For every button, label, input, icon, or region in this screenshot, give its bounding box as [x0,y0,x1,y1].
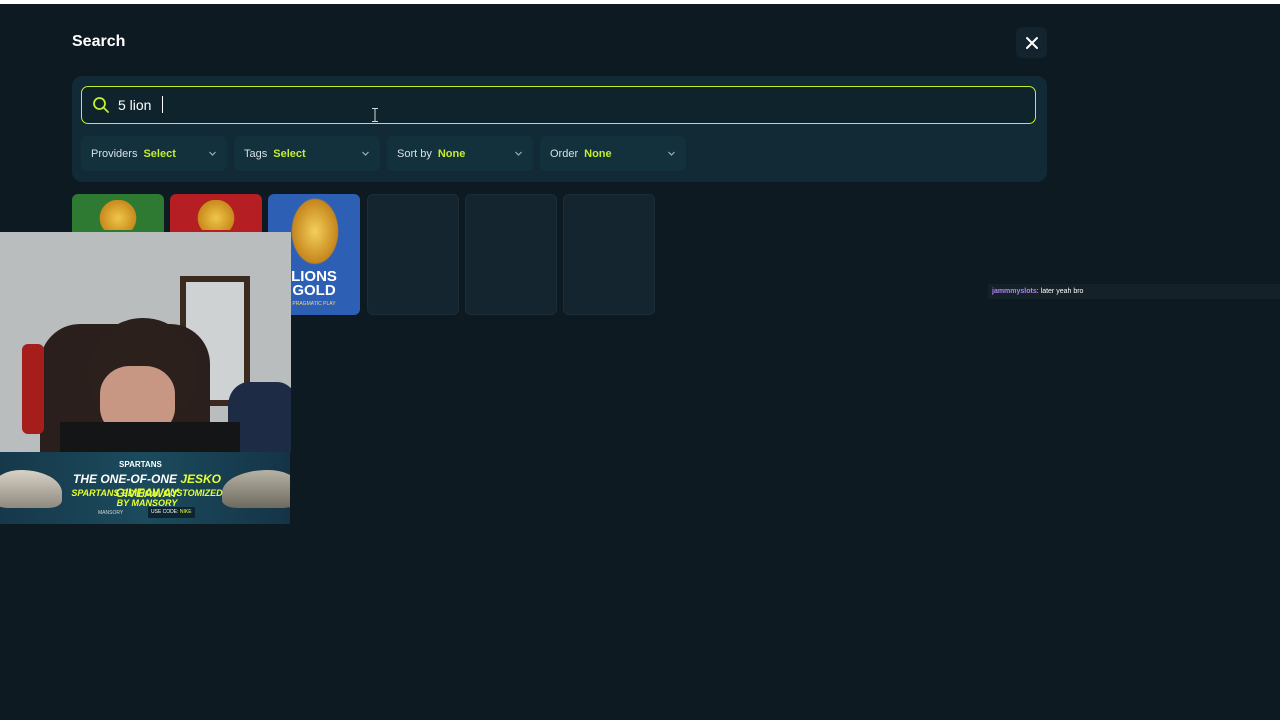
game-thumbnail [94,200,142,230]
sort-by-filter[interactable]: Sort by None [387,136,533,171]
game-tile-placeholder [465,194,557,315]
page-title: Search [72,33,126,50]
search-box[interactable] [81,86,1036,124]
search-icon [93,97,109,113]
tags-filter-value: Select [273,147,306,160]
sort-by-filter-label: Sort by [397,147,432,160]
game-thumbnail [192,200,240,230]
banner-code: USE CODE: NIKE [148,507,195,518]
banner-mansory: MANSORY [98,510,124,516]
game-thumbnail [286,198,344,272]
sponsor-banner: SPARTANS THE ONE-OF-ONE JESKO GIVEAWAY S… [0,452,290,524]
chat-text: : later yeah bro [1036,288,1084,295]
search-panel: Providers Select Tags Select Sort by Non… [72,76,1047,182]
streamer-body [60,422,240,452]
banner-code-label: USE CODE: [151,509,180,515]
text-caret [162,96,163,113]
close-icon [1025,36,1038,49]
tags-filter[interactable]: Tags Select [234,136,380,171]
webcam-overlay [0,232,291,452]
providers-filter-value: Select [143,147,176,160]
gaming-chair-accent [22,344,44,434]
car-image [0,470,62,508]
search-input[interactable] [118,87,998,122]
banner-brand: SPARTANS [119,460,162,469]
sort-by-filter-value: None [437,147,466,160]
order-filter[interactable]: Order None [540,136,686,171]
order-filter-value: None [584,147,612,160]
chevron-down-icon [209,151,216,156]
chevron-down-icon [362,151,369,156]
close-button[interactable] [1016,27,1047,58]
providers-filter[interactable]: Providers Select [81,136,227,171]
tags-filter-label: Tags [244,147,268,160]
chat-username: jammmyslots [992,288,1037,295]
chevron-down-icon [515,151,522,156]
game-tile-placeholder [367,194,459,315]
chevron-down-icon [668,151,675,156]
chat-message: jammmyslots: later yeah bro [988,284,1280,299]
banner-code-value: NIKE [179,509,192,515]
banner-headline-part: THE ONE-OF-ONE [72,472,181,486]
game-tile-placeholder [563,194,655,315]
top-border [0,0,1280,4]
text-cursor-icon [372,108,378,122]
banner-subline: SPARTANS EDITION. CUSTOMIZED BY MANSORY [71,488,223,508]
order-filter-label: Order [550,147,579,160]
car-image [222,470,290,508]
providers-filter-label: Providers [91,147,138,160]
